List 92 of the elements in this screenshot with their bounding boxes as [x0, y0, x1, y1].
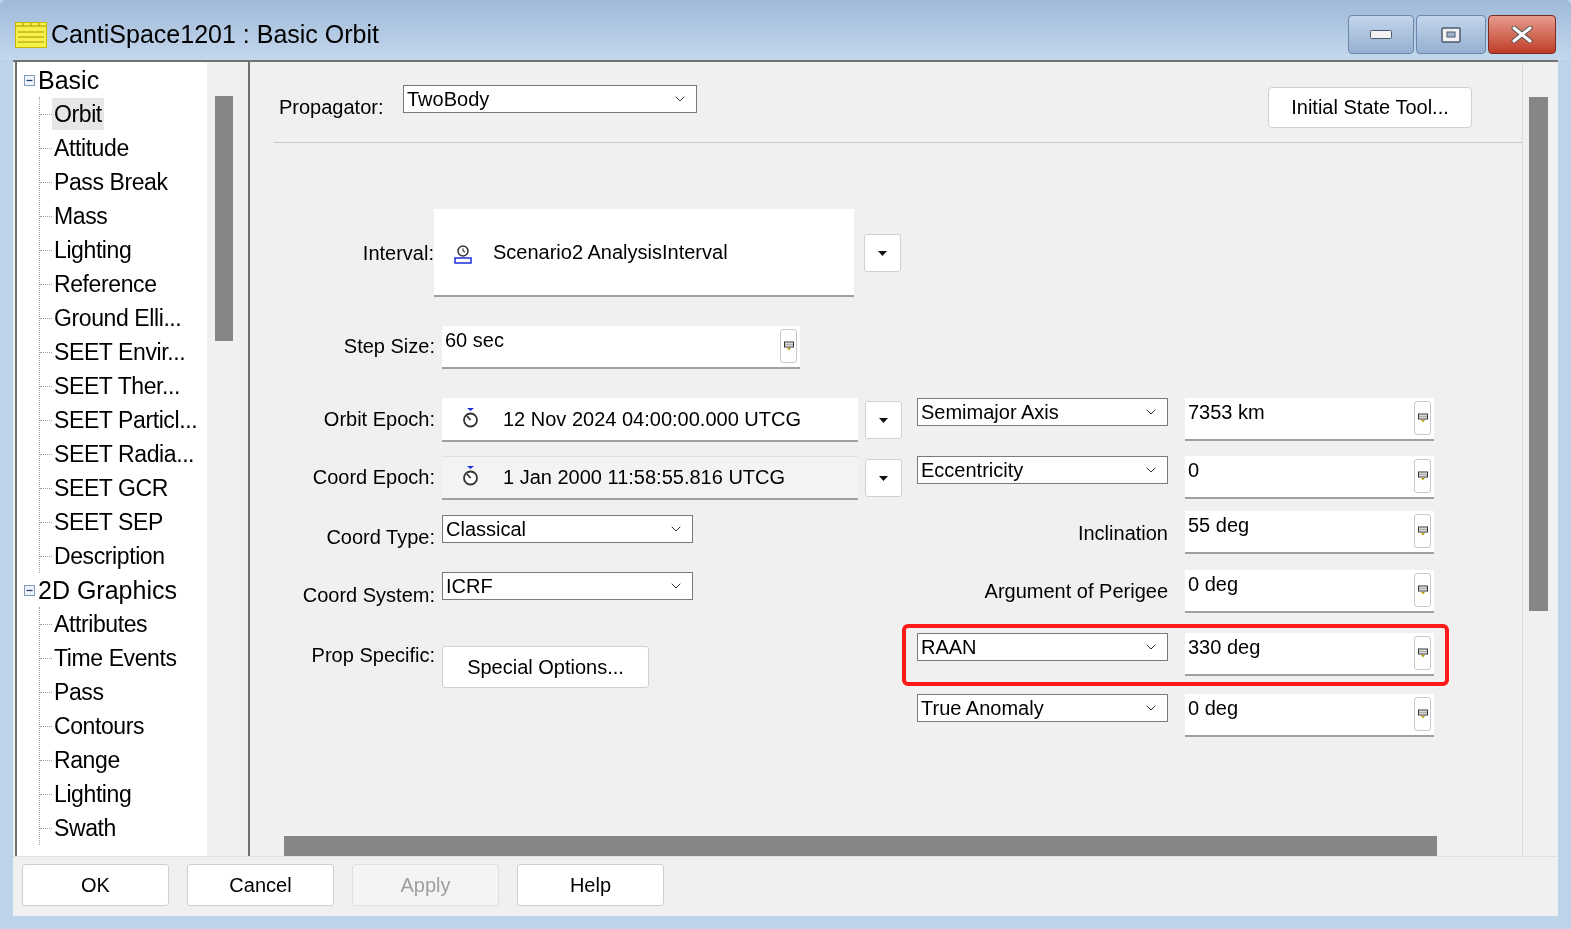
tree-item[interactable]: Ground Elli...: [52, 302, 184, 334]
field-label: Coord Epoch:: [311, 465, 435, 490]
unit-icon: [1417, 648, 1428, 658]
field-label: Inclination: [1076, 520, 1168, 546]
text-field[interactable]: 7353 km: [1185, 398, 1434, 441]
unit-button[interactable]: [780, 329, 797, 363]
tree-item[interactable]: Range: [52, 744, 122, 776]
date-field[interactable]: 12 Nov 2024 04:00:00.000 UTCG: [442, 398, 858, 442]
date-field: 1 Jan 2000 11:58:55.816 UTCG: [442, 456, 858, 500]
field-label: Argument of Perigee: [983, 579, 1168, 604]
text-field[interactable]: 330 deg: [1185, 633, 1434, 676]
tree-item[interactable]: Reference: [52, 268, 159, 300]
dropdown[interactable]: True Anomaly: [917, 694, 1168, 722]
tree-item[interactable]: Lighting: [52, 778, 134, 810]
tree-item[interactable]: Description: [52, 540, 167, 572]
tree-item[interactable]: Swath: [52, 812, 118, 844]
tree-item[interactable]: Contours: [52, 710, 147, 742]
tree-item[interactable]: SEET GCR: [52, 472, 170, 504]
text-field[interactable]: 60 sec: [442, 326, 800, 369]
dropdown-button[interactable]: [865, 459, 902, 497]
tree-item[interactable]: Orbit: [52, 98, 104, 130]
interval-field[interactable]: Scenario2 AnalysisInterval: [434, 209, 854, 297]
collapse-icon[interactable]: [24, 74, 35, 86]
tree-item[interactable]: SEET Ther...: [52, 370, 183, 402]
field-label: Prop Specific:: [310, 643, 435, 668]
unit-button[interactable]: [1414, 636, 1431, 670]
minimize-icon: [1370, 30, 1392, 39]
dropdown-button[interactable]: [865, 401, 902, 439]
dialog-button[interactable]: Cancel: [187, 863, 334, 906]
dropdown[interactable]: Classical: [442, 515, 693, 543]
field-label: Step Size:: [342, 334, 435, 359]
tree-item[interactable]: Attributes: [52, 608, 150, 640]
maximize-button[interactable]: [1416, 15, 1486, 54]
text-field[interactable]: 55 deg: [1185, 511, 1434, 554]
close-button[interactable]: [1488, 15, 1556, 54]
caret-icon: [878, 250, 887, 256]
tree-item[interactable]: Pass: [52, 676, 106, 708]
tree-item[interactable]: SEET Envir...: [52, 336, 188, 368]
unit-button[interactable]: [1414, 514, 1431, 548]
text-field[interactable]: 0 deg: [1185, 694, 1434, 737]
dropdown-button[interactable]: [864, 234, 901, 272]
unit-button[interactable]: [1414, 697, 1431, 731]
close-icon: [1511, 26, 1533, 43]
collapse-icon[interactable]: [24, 584, 35, 596]
stopwatch-icon: [462, 466, 479, 486]
scrollbar-thumb[interactable]: [215, 96, 233, 341]
stopwatch-icon: [462, 408, 479, 428]
scrollbar[interactable]: [207, 62, 245, 856]
unit-button[interactable]: [1414, 459, 1431, 493]
window-title: CantiSpace1201 : Basic Orbit: [51, 19, 379, 51]
interval-icon: [453, 245, 473, 264]
unit-button[interactable]: [1414, 572, 1431, 607]
unit-icon: [1417, 584, 1428, 595]
scrollbar-thumb[interactable]: [1529, 97, 1548, 611]
dropdown[interactable]: ICRF: [442, 572, 693, 600]
tree-item[interactable]: SEET SEP: [52, 506, 165, 538]
dropdown[interactable]: TwoBody: [403, 85, 697, 113]
tree-item[interactable]: Mass: [52, 200, 110, 232]
dropdown[interactable]: Semimajor Axis: [917, 398, 1168, 426]
unit-icon: [783, 341, 794, 351]
options-button[interactable]: Special Options...: [442, 646, 649, 688]
caret-icon: [879, 417, 888, 423]
window-icon: [15, 22, 47, 48]
unit-icon: [1417, 413, 1428, 423]
text-field[interactable]: 0 deg: [1185, 569, 1434, 613]
unit-icon: [1417, 709, 1428, 719]
dialog-button[interactable]: Help: [517, 863, 664, 906]
tree-item[interactable]: SEET Radia...: [52, 438, 197, 470]
field-label: Propagator:: [278, 95, 385, 120]
tree-node[interactable]: Basic: [38, 65, 100, 95]
text-field[interactable]: 0: [1185, 456, 1434, 499]
field-label: Coord Type:: [325, 525, 435, 550]
unit-icon: [1417, 471, 1428, 481]
dialog-button[interactable]: OK: [22, 863, 169, 906]
dropdown[interactable]: RAAN: [917, 633, 1168, 661]
minimize-button[interactable]: [1348, 15, 1414, 54]
unit-icon: [1417, 526, 1428, 536]
tree-item[interactable]: Time Events: [52, 642, 179, 674]
tree-node[interactable]: 2D Graphics: [38, 575, 177, 605]
tree-item[interactable]: Pass Break: [52, 166, 170, 198]
dropdown[interactable]: Eccentricity: [917, 456, 1168, 484]
field-label: Interval:: [361, 241, 434, 266]
horizontal-scrollbar[interactable]: [284, 836, 1437, 856]
unit-button[interactable]: [1414, 401, 1431, 435]
field-label: Coord System:: [301, 583, 435, 608]
initial-state-button[interactable]: Initial State Tool...: [1268, 86, 1472, 128]
tree-item[interactable]: SEET Particl...: [52, 404, 200, 436]
maximize-icon: [1441, 26, 1461, 43]
tree-item[interactable]: Attitude: [52, 132, 131, 164]
field-label: Orbit Epoch:: [322, 407, 435, 432]
tree-item[interactable]: Lighting: [52, 234, 134, 266]
caret-icon: [879, 475, 888, 481]
